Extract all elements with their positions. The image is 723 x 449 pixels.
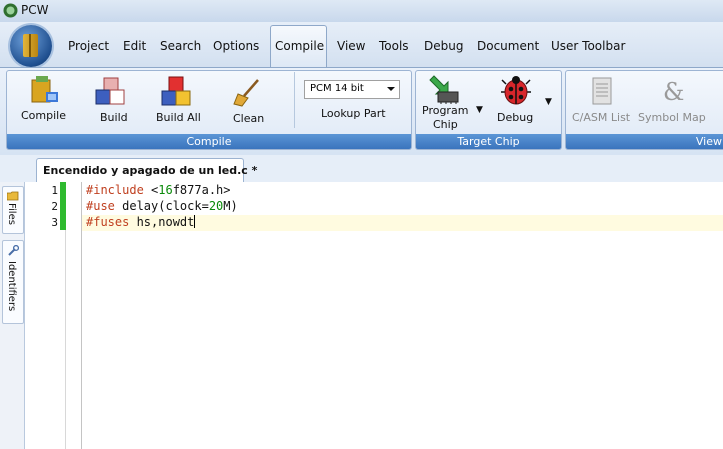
code-line[interactable]: #use delay(clock=20M): [86, 199, 238, 213]
code-line[interactable]: #fuses hs,nowdt: [86, 215, 196, 229]
line-number: 3: [51, 216, 58, 229]
menu-compile[interactable]: Compile: [275, 39, 324, 53]
debug-dropdown-arrow-icon[interactable]: ▼: [545, 97, 552, 107]
pcw-app-icon: [3, 3, 18, 18]
program-chip-button-line1[interactable]: Program: [422, 104, 468, 117]
debug-button[interactable]: Debug: [497, 111, 533, 124]
debug-ladybug-icon[interactable]: [500, 74, 532, 106]
title-bar: PCW: [0, 0, 723, 23]
menu-user-toolbar[interactable]: User Toolbar: [551, 39, 625, 53]
target-select-value: PCM 14 bit: [310, 83, 364, 94]
files-tab[interactable]: Files: [2, 186, 24, 234]
identifiers-tab-label: Identifiers: [6, 261, 17, 312]
chevron-down-icon: [387, 87, 395, 91]
menu-tools[interactable]: Tools: [379, 39, 409, 53]
c-asm-list-button[interactable]: C/ASM List: [572, 111, 630, 124]
menu-search[interactable]: Search: [160, 39, 201, 53]
menu-document[interactable]: Document: [477, 39, 539, 53]
program-chip-button-line2[interactable]: Chip: [433, 118, 458, 131]
target-chip-group-label: Target Chip: [416, 134, 561, 149]
program-chip-dropdown-arrow-icon[interactable]: ▼: [476, 105, 483, 115]
text-caret: [194, 215, 196, 228]
clean-broom-icon[interactable]: [232, 78, 262, 108]
document-tab[interactable]: Encendido y apagado de un led.c *: [36, 158, 257, 183]
clean-button[interactable]: Clean: [233, 112, 264, 125]
menu-project[interactable]: Project: [68, 39, 109, 53]
build-icon[interactable]: [94, 76, 126, 108]
target-select[interactable]: PCM 14 bit: [304, 80, 400, 99]
compile-button[interactable]: Compile: [21, 109, 66, 122]
symbol-map-button[interactable]: Symbol Map: [638, 111, 706, 124]
menu-debug[interactable]: Debug: [424, 39, 463, 53]
application-menu-button[interactable]: [10, 25, 52, 67]
code-text: hs,nowdt: [129, 215, 195, 229]
menu-options[interactable]: Options: [213, 39, 259, 53]
folder-icon: [7, 191, 19, 201]
svg-text:&: &: [663, 78, 684, 106]
build-button[interactable]: Build: [100, 111, 128, 124]
c-asm-list-icon[interactable]: [590, 76, 614, 106]
program-chip-icon[interactable]: [428, 74, 460, 104]
folder-icon: [23, 34, 38, 57]
code-text: delay(clock=: [114, 199, 209, 213]
window-title: PCW: [21, 3, 49, 17]
preprocessor-directive: #use: [86, 199, 115, 213]
lookup-part-button[interactable]: Lookup Part: [321, 107, 386, 120]
code-line[interactable]: #include <16f877a.h>: [86, 183, 231, 197]
code-text: f877a.h>: [172, 183, 231, 197]
code-number: 16: [158, 183, 173, 197]
preprocessor-directive: #fuses: [86, 215, 130, 229]
identifiers-tab[interactable]: Identifiers: [2, 240, 24, 324]
code-text: <: [143, 183, 159, 197]
ribbon-separator: [294, 72, 295, 128]
document-tab-label: Encendido y apagado de un led.c *: [43, 164, 258, 177]
preprocessor-directive: #include: [86, 183, 144, 197]
symbol-map-icon[interactable]: &: [660, 76, 684, 106]
side-panel: Files Identifiers: [0, 182, 25, 449]
menu-edit[interactable]: Edit: [123, 39, 146, 53]
wrench-icon: [8, 245, 19, 256]
code-text: M): [223, 199, 238, 213]
compile-group-label: Compile: [7, 134, 411, 149]
build-all-icon[interactable]: [160, 76, 192, 108]
code-number: 20: [208, 199, 224, 213]
line-number: 1: [51, 184, 58, 197]
view-group-label: View: [566, 134, 723, 149]
changed-lines-marker: [60, 182, 66, 230]
view-group: View: [565, 70, 723, 150]
compile-icon[interactable]: [30, 74, 60, 106]
files-tab-label: Files: [6, 203, 17, 225]
menu-view[interactable]: View: [337, 39, 365, 53]
build-all-button[interactable]: Build All: [156, 111, 201, 124]
line-number: 2: [51, 200, 58, 213]
